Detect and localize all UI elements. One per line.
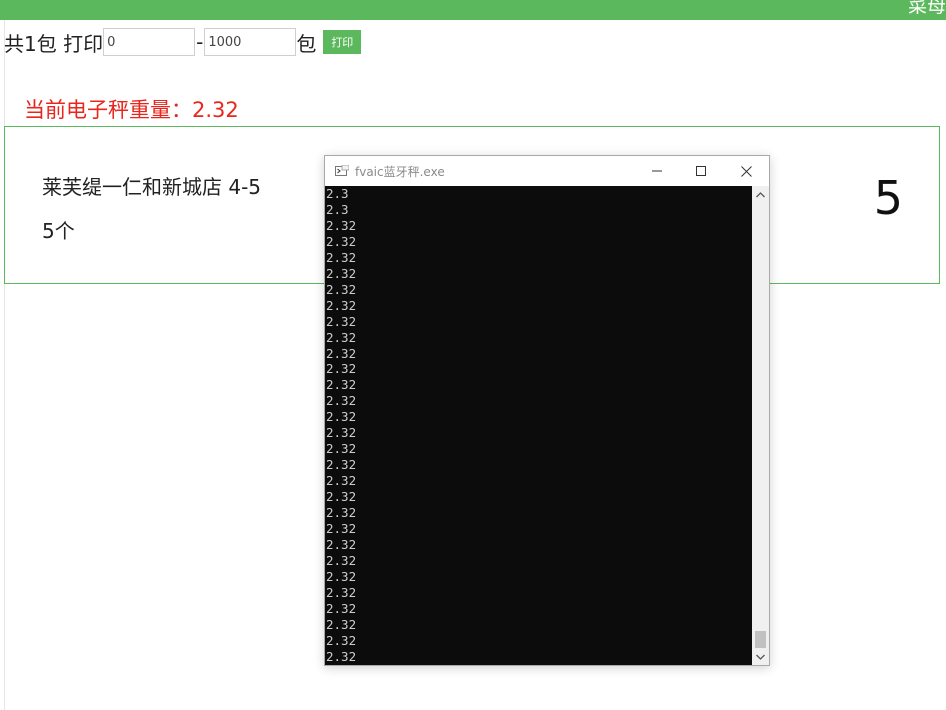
console-line: 2.3 xyxy=(326,201,349,217)
page-left-border xyxy=(4,20,5,710)
print-from-input[interactable] xyxy=(103,28,196,56)
console-line: 2.32 xyxy=(326,536,357,552)
console-line: 2.32 xyxy=(326,489,357,505)
console-line: 2.32 xyxy=(326,600,357,616)
console-window[interactable]: fvaic蓝牙秤.exe 2.3 2.3 2.32 2.32 2.32 2.32 2.32 2… xyxy=(324,155,770,666)
scroll-up-button[interactable] xyxy=(752,186,769,203)
top-nav-bar: 菜母 xyxy=(0,0,946,20)
console-line: 2.32 xyxy=(326,345,357,361)
scroll-down-button[interactable] xyxy=(752,648,769,665)
console-line: 2.32 xyxy=(326,473,357,489)
console-title: fvaic蓝牙秤.exe xyxy=(355,165,445,179)
console-line: 2.32 xyxy=(326,425,357,441)
console-line: 2.32 xyxy=(326,377,357,393)
maximize-icon xyxy=(696,166,706,176)
print-button[interactable]: 打印 xyxy=(323,30,362,54)
package-total-label: 共1包 打印 xyxy=(4,31,104,56)
package-unit-label: 包 xyxy=(296,31,317,56)
package-quantity: 5个 xyxy=(42,219,75,243)
console-line: 2.32 xyxy=(326,441,357,457)
console-line: 2.32 xyxy=(326,648,357,664)
console-output[interactable]: 2.3 2.3 2.32 2.32 2.32 2.32 2.32 2.32 2.32 2.32 2.… xyxy=(325,186,752,665)
console-line: 2.32 xyxy=(326,521,357,537)
console-line: 2.32 xyxy=(326,632,357,648)
console-line: 2.32 xyxy=(326,457,357,473)
scroll-thumb[interactable] xyxy=(755,631,766,648)
console-line: 2.32 xyxy=(326,249,357,265)
package-store-name: 莱芙缇一仁和新城店 4-5 xyxy=(42,175,262,199)
top-nav-label[interactable]: 菜母 xyxy=(908,0,946,18)
console-line: 2.32 xyxy=(326,505,357,521)
console-line: 2.32 xyxy=(326,313,357,329)
console-line: 2.32 xyxy=(326,297,357,313)
minimize-button[interactable] xyxy=(635,156,679,186)
scroll-up-arrow-icon xyxy=(756,191,765,197)
close-icon xyxy=(740,165,752,177)
package-count-number: 5 xyxy=(873,171,903,225)
scroll-down-arrow-icon xyxy=(756,654,765,660)
console-line: 2.32 xyxy=(326,616,357,632)
console-line: 2.32 xyxy=(326,568,357,584)
console-line: 2.32 xyxy=(326,552,357,568)
console-scrollbar[interactable] xyxy=(752,186,769,665)
print-to-input[interactable] xyxy=(204,28,297,56)
console-line: 2.32 xyxy=(326,281,357,297)
console-line: 2.32 xyxy=(326,361,357,377)
console-line: 2.32 xyxy=(326,409,357,425)
console-line: 2.32 xyxy=(326,393,357,409)
console-line: 2.32 xyxy=(326,233,357,249)
print-range-form: 共1包 打印 - 包 打印 xyxy=(4,26,362,58)
maximize-button[interactable] xyxy=(679,156,723,186)
close-button[interactable] xyxy=(724,156,768,186)
minimize-icon xyxy=(652,170,662,172)
range-separator: - xyxy=(196,30,204,54)
console-app-icon xyxy=(335,165,349,176)
console-titlebar[interactable]: fvaic蓝牙秤.exe xyxy=(325,156,769,186)
console-line: 2.32 xyxy=(326,584,357,600)
scale-weight-display: 当前电子秤重量：2.32 xyxy=(24,98,239,122)
console-line: 2.32 xyxy=(326,217,357,233)
console-line: 2.32 xyxy=(326,265,357,281)
console-line: 2.32 xyxy=(326,329,357,345)
console-line: 2.3 xyxy=(326,186,349,201)
